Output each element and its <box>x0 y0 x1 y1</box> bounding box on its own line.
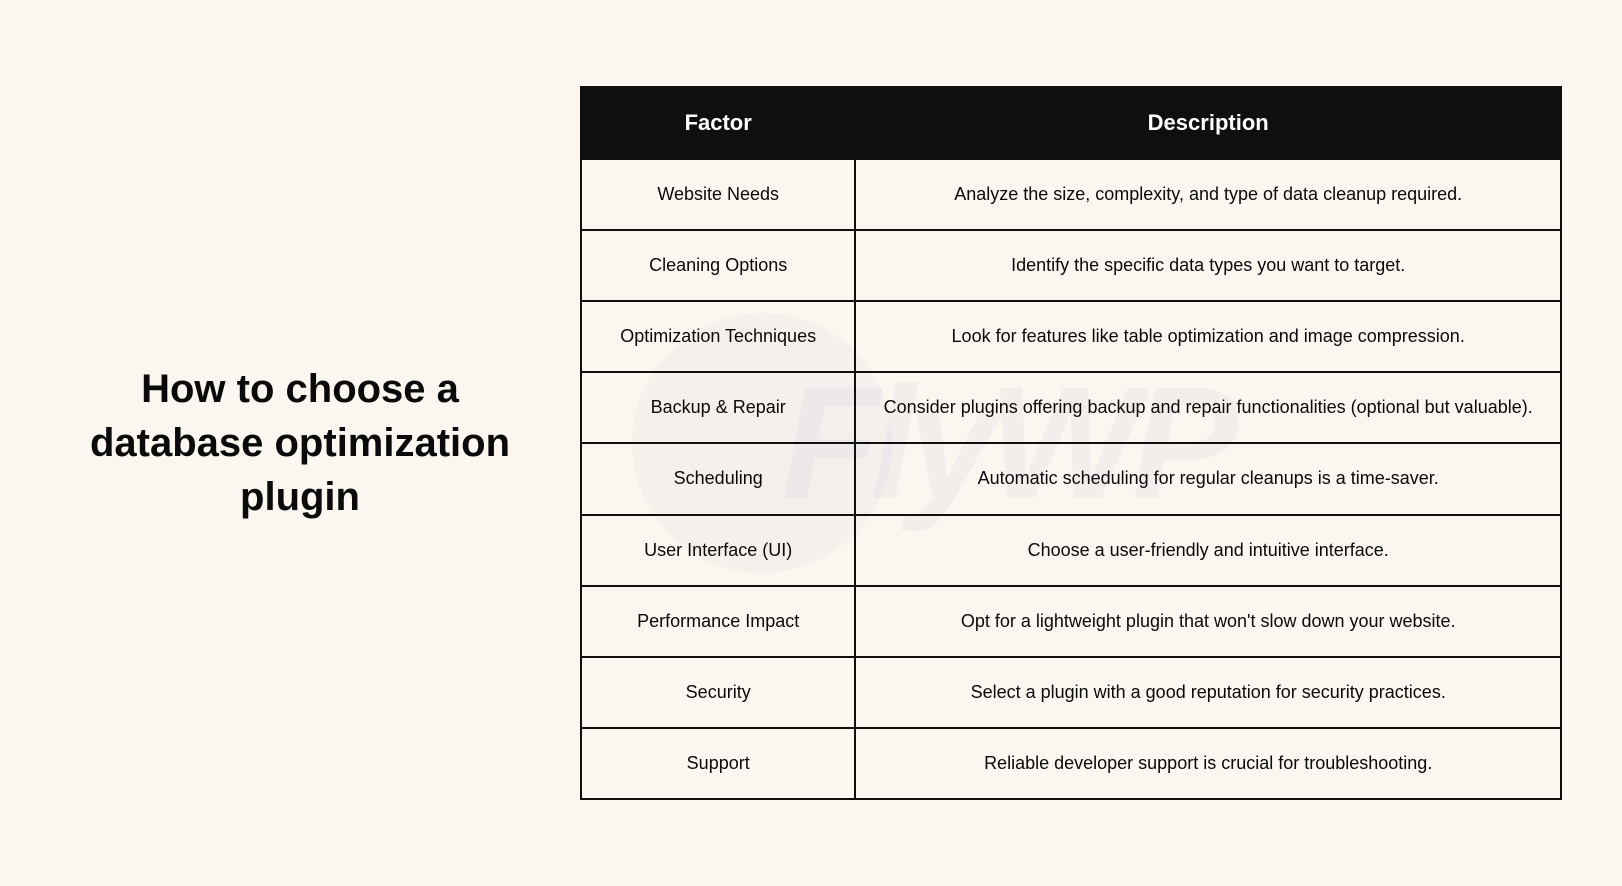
table-body: Website Needs Analyze the size, complexi… <box>581 159 1561 800</box>
factor-cell: Cleaning Options <box>581 230 855 301</box>
table-row: Backup & Repair Consider plugins offerin… <box>581 372 1561 443</box>
factor-cell: Backup & Repair <box>581 372 855 443</box>
factor-cell: Support <box>581 728 855 799</box>
description-cell: Analyze the size, complexity, and type o… <box>855 159 1561 230</box>
table-row: User Interface (UI) Choose a user-friend… <box>581 515 1561 586</box>
factor-cell: Website Needs <box>581 159 855 230</box>
comparison-table: Factor Description Website Needs Analyze… <box>580 86 1562 801</box>
description-cell: Identify the specific data types you wan… <box>855 230 1561 301</box>
description-cell: Reliable developer support is crucial fo… <box>855 728 1561 799</box>
table-row: Optimization Techniques Look for feature… <box>581 301 1561 372</box>
table-row: Website Needs Analyze the size, complexi… <box>581 159 1561 230</box>
factor-cell: Security <box>581 657 855 728</box>
table-header-row: Factor Description <box>581 87 1561 159</box>
description-cell: Look for features like table optimizatio… <box>855 301 1561 372</box>
factor-cell: Performance Impact <box>581 586 855 657</box>
description-cell: Automatic scheduling for regular cleanup… <box>855 443 1561 514</box>
table-row: Scheduling Automatic scheduling for regu… <box>581 443 1561 514</box>
header-description: Description <box>855 87 1561 159</box>
page-title: How to choose a database optimization pl… <box>60 362 540 524</box>
factor-cell: User Interface (UI) <box>581 515 855 586</box>
description-cell: Consider plugins offering backup and rep… <box>855 372 1561 443</box>
header-factor: Factor <box>581 87 855 159</box>
description-cell: Choose a user-friendly and intuitive int… <box>855 515 1561 586</box>
main-container: How to choose a database optimization pl… <box>0 0 1622 886</box>
table-row: Support Reliable developer support is cr… <box>581 728 1561 799</box>
table-row: Cleaning Options Identify the specific d… <box>581 230 1561 301</box>
table-row: Performance Impact Opt for a lightweight… <box>581 586 1561 657</box>
table-row: Security Select a plugin with a good rep… <box>581 657 1561 728</box>
table-section: Factor Description Website Needs Analyze… <box>580 86 1562 801</box>
description-cell: Select a plugin with a good reputation f… <box>855 657 1561 728</box>
factor-cell: Optimization Techniques <box>581 301 855 372</box>
title-section: How to choose a database optimization pl… <box>60 362 580 524</box>
description-cell: Opt for a lightweight plugin that won't … <box>855 586 1561 657</box>
factor-cell: Scheduling <box>581 443 855 514</box>
